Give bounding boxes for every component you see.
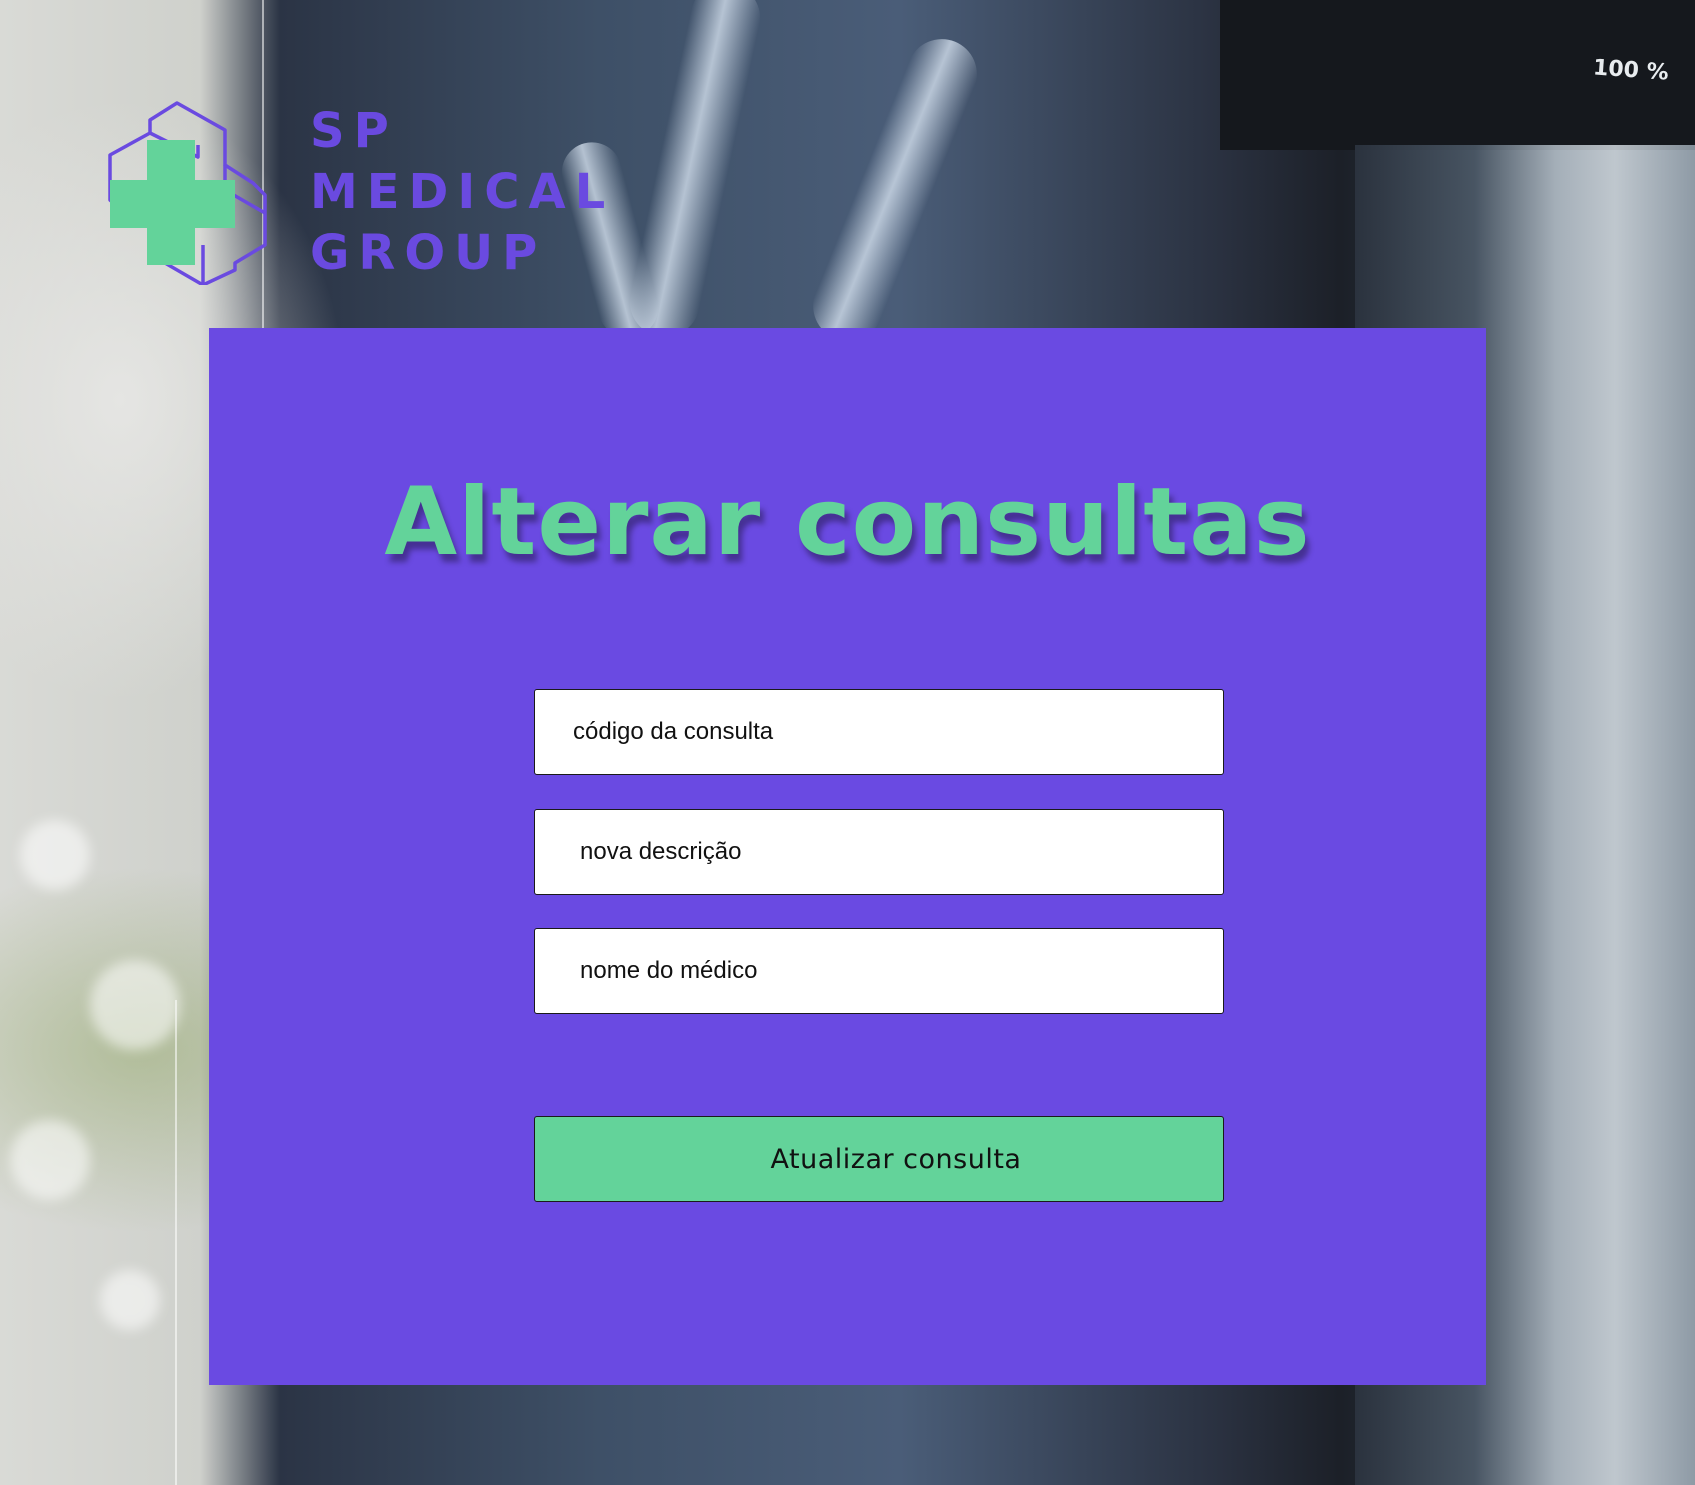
doctor-name-input[interactable]: [534, 928, 1224, 1014]
update-appointment-button[interactable]: Atualizar consulta: [534, 1116, 1224, 1202]
bokeh-light: [100, 1270, 160, 1330]
ruler: [175, 1000, 195, 1485]
appointment-code-input[interactable]: [534, 689, 1224, 775]
brand-logo: SP MEDICAL GROUP: [105, 95, 614, 285]
bokeh-light: [20, 820, 90, 890]
bokeh-light: [90, 960, 180, 1050]
brand-name-line: MEDICAL: [310, 164, 615, 220]
xray-finger: [802, 28, 988, 352]
new-description-input[interactable]: [534, 809, 1224, 895]
brand-name: SP MEDICAL GROUP: [310, 101, 614, 284]
bokeh-light: [10, 1120, 90, 1200]
page-title: Alterar consultas: [384, 468, 1311, 577]
brand-name-line: GROUP: [310, 225, 547, 281]
brand-name-line: SP: [310, 103, 398, 159]
zoom-percent-label: 100 %: [1592, 55, 1670, 86]
medical-cross-cube-icon: [108, 101, 267, 285]
